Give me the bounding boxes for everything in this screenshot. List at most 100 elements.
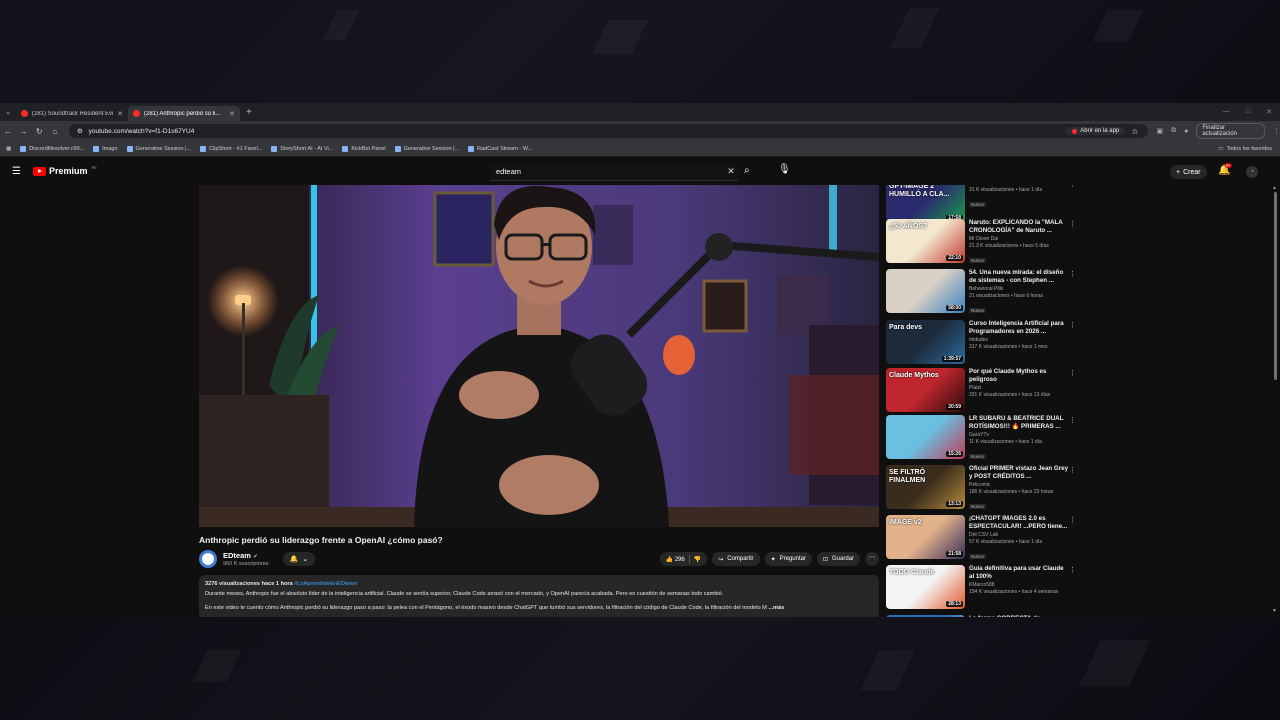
recommendation-item[interactable]: 15:26 LR SUBARU & BEATRICE DUAL ROTÍSIMOS… bbox=[886, 415, 1080, 463]
create-button[interactable]: + Crear bbox=[1170, 165, 1207, 179]
forward-icon[interactable]: → bbox=[16, 127, 32, 136]
video-thumbnail[interactable]: 15:26 bbox=[886, 415, 965, 459]
close-tab-icon[interactable]: ✕ bbox=[117, 110, 123, 118]
video-thumbnail[interactable]: Claude Mythos 20:59 bbox=[886, 368, 965, 412]
video-thumbnail[interactable] bbox=[886, 615, 965, 617]
more-options-icon[interactable]: ⋮ bbox=[1069, 185, 1076, 188]
more-options-icon[interactable]: ⋮ bbox=[1069, 416, 1076, 424]
recommendation-channel[interactable]: KMarco588 bbox=[969, 582, 1069, 588]
bookmark-item[interactable]: StoryShort AI - AI Vi... bbox=[271, 145, 333, 152]
bookmark-item[interactable]: Generative Session |... bbox=[394, 145, 459, 152]
video-thumbnail[interactable]: ¿50 AÑOS? 22:10 bbox=[886, 219, 965, 263]
browser-menu-icon[interactable]: ⋮ bbox=[1273, 127, 1280, 135]
new-tab-button[interactable]: + bbox=[246, 107, 252, 118]
microphone-icon[interactable]: 🎙 bbox=[778, 164, 791, 175]
recommendation-channel[interactable]: midudev bbox=[969, 337, 1069, 343]
site-info-icon[interactable]: ⚙ bbox=[77, 127, 83, 135]
recommendation-info: Oficial PRIMER vistazo Jean Grey y POST … bbox=[969, 465, 1069, 513]
hashtag-link[interactable]: #LoAprendisteEnEDteam bbox=[294, 581, 357, 587]
tab-soundtrack[interactable]: (281) Soundtrack Resident Evil ... ✕ bbox=[16, 106, 128, 121]
profile-icon[interactable]: ● bbox=[1184, 128, 1188, 135]
all-bookmarks-button[interactable]: ▭ Todos los favoritos bbox=[1218, 146, 1280, 152]
bookmark-item[interactable]: Generative Session |... bbox=[126, 145, 191, 152]
recommendation-item[interactable]: La forma CORRECTA de⋮ bbox=[886, 615, 1080, 617]
recommendation-item[interactable]: TODO Claude 28:13 Guía definitiva para usa… bbox=[886, 565, 1080, 613]
tab-search-icon[interactable]: ⌄ bbox=[0, 108, 16, 116]
recommendation-item[interactable]: 58:00 54. Una nueva mirada: el diseño de … bbox=[886, 269, 1080, 317]
recommendation-item[interactable]: ¿50 AÑOS? 22:10 Naruto: EXPLICANDO la "MAL… bbox=[886, 219, 1080, 267]
more-options-icon[interactable]: ⋮ bbox=[1069, 466, 1076, 474]
more-options-icon[interactable]: ⋮ bbox=[1069, 566, 1076, 574]
back-icon[interactable]: ← bbox=[0, 127, 16, 136]
clear-search-icon[interactable]: ✕ bbox=[724, 166, 738, 177]
account-avatar[interactable]: ◔ bbox=[1246, 166, 1258, 178]
recommendation-item[interactable]: Para devs 1:39:57 Curso Inteligencia Artif… bbox=[886, 320, 1080, 368]
subscribed-bell-button[interactable]: 🔔 ⌄ bbox=[283, 552, 315, 566]
scroll-down-icon[interactable]: ▼ bbox=[1272, 608, 1277, 614]
bookmark-item[interactable]: RadCast Stream - W... bbox=[468, 145, 532, 152]
more-options-icon[interactable]: ⋮ bbox=[1069, 369, 1076, 377]
video-thumbnail[interactable]: TODO Claude 28:13 bbox=[886, 565, 965, 609]
show-more-link[interactable]: ...más bbox=[768, 605, 784, 611]
more-options-icon[interactable]: ⋮ bbox=[1069, 516, 1076, 524]
scrollbar-thumb[interactable] bbox=[1274, 192, 1277, 380]
page-scrollbar[interactable] bbox=[1273, 187, 1278, 617]
more-options-icon[interactable]: ⋮ bbox=[1069, 321, 1076, 329]
extension-icon[interactable]: ▣ bbox=[1156, 127, 1163, 135]
scroll-up-icon[interactable]: ▲ bbox=[1272, 185, 1277, 191]
close-tab-icon[interactable]: ✕ bbox=[229, 110, 235, 118]
bookmark-item[interactable]: Discordfilesolver.c99... bbox=[20, 145, 84, 152]
video-thumbnail[interactable]: Para devs 1:39:57 bbox=[886, 320, 965, 364]
bookmark-item[interactable]: KickBot Panel bbox=[342, 145, 386, 152]
thumbs-down-icon[interactable]: 👎 bbox=[694, 556, 701, 563]
menu-icon[interactable]: ☰ bbox=[12, 166, 21, 177]
description-box[interactable]: 3276 visualizaciones hace 1 hora #LoApre… bbox=[199, 575, 879, 617]
open-in-app-button[interactable]: Abrir en la app bbox=[1066, 127, 1126, 135]
video-thumbnail[interactable]: 58:00 bbox=[886, 269, 965, 313]
close-window-icon[interactable]: ✕ bbox=[1266, 108, 1272, 116]
bookmark-star-icon[interactable]: ☆ bbox=[1131, 127, 1138, 136]
video-thumbnail[interactable]: SE FILTRÓ FINALMEN 13:13 bbox=[886, 465, 965, 509]
tab-anthropic[interactable]: (281) Anthropic perdió su li... ✕ bbox=[128, 106, 240, 121]
search-icon[interactable]: ⌕ bbox=[744, 165, 750, 176]
recommendation-channel[interactable]: Pelicomic bbox=[969, 482, 1069, 488]
reload-icon[interactable]: ↻ bbox=[31, 127, 47, 136]
bookmark-item[interactable]: ClipShort - #1 Facel... bbox=[200, 145, 262, 152]
video-player[interactable] bbox=[199, 185, 879, 527]
recommendation-channel[interactable]: Mr Dioon Dai bbox=[969, 236, 1069, 242]
more-options-icon[interactable]: ⋮ bbox=[1069, 220, 1076, 228]
recommendation-item[interactable]: IMAGE v2 21:58 ¡CHATGPT IMAGES 2.0 es ESPE… bbox=[886, 515, 1080, 563]
channel-name[interactable]: EDteam ✔ bbox=[223, 551, 258, 560]
channel-avatar[interactable] bbox=[199, 550, 217, 568]
bookmark-item[interactable]: Imago bbox=[93, 145, 118, 152]
recommendation-channel[interactable]: Dot CSV Lab bbox=[969, 532, 1069, 538]
minimize-icon[interactable]: — bbox=[1223, 108, 1230, 116]
share-button[interactable]: ↪ Compartir bbox=[712, 552, 760, 566]
video-thumbnail[interactable]: GPT-IMAGE 2 HUMILLÓ A CLA... 17:58 bbox=[886, 185, 965, 223]
recommendation-item[interactable]: SE FILTRÓ FINALMEN 13:13 Oficial PRIMER vi… bbox=[886, 465, 1080, 513]
maximize-icon[interactable]: □ bbox=[1246, 108, 1250, 116]
video-thumbnail[interactable]: IMAGE v2 21:58 bbox=[886, 515, 965, 559]
search-input[interactable]: edteam bbox=[496, 167, 724, 176]
more-actions-icon[interactable]: ⋯ bbox=[865, 552, 879, 566]
more-options-icon[interactable]: ⋮ bbox=[1069, 270, 1076, 278]
omnibox[interactable]: ⚙ youtube.com/watch?v=f1-D1s67YU4 Abrir … bbox=[68, 124, 1149, 138]
recommendation-title: Por qué Claude Mythos es peligroso bbox=[969, 368, 1047, 384]
apps-grid-icon[interactable]: ▦ bbox=[6, 146, 11, 152]
recommendation-channel[interactable]: Platzi bbox=[969, 385, 1069, 391]
save-button[interactable]: ⊡ Guardar bbox=[816, 552, 860, 566]
recommendation-channel[interactable]: GaraYTv bbox=[969, 432, 1069, 438]
recommendation-channel[interactable]: Behavioral Pills bbox=[969, 286, 1069, 292]
youtube-premium-logo[interactable]: Premium PE bbox=[33, 165, 97, 176]
ask-button[interactable]: ✦ Preguntar bbox=[764, 552, 812, 566]
update-button[interactable]: Finalizar actualización bbox=[1196, 123, 1265, 139]
like-button[interactable]: 👍 296 bbox=[666, 556, 685, 563]
recommendation-item[interactable]: Claude Mythos 20:59 Por qué Claude Mythos … bbox=[886, 368, 1080, 416]
home-icon[interactable]: ⌂ bbox=[47, 127, 63, 136]
extensions-puzzle-icon[interactable]: ⧉ bbox=[1171, 127, 1176, 135]
tab-strip: ⌄ (281) Soundtrack Resident Evil ... ✕ (… bbox=[0, 103, 1280, 121]
recommendation-channel[interactable]: EDteam bbox=[969, 185, 1069, 186]
recommendations-list: GPT-IMAGE 2 HUMILLÓ A CLA...17:58EDteam3… bbox=[886, 185, 1080, 617]
search-box[interactable]: edteam ✕ bbox=[490, 163, 738, 181]
more-options-icon[interactable]: ⋮ bbox=[1069, 616, 1076, 617]
